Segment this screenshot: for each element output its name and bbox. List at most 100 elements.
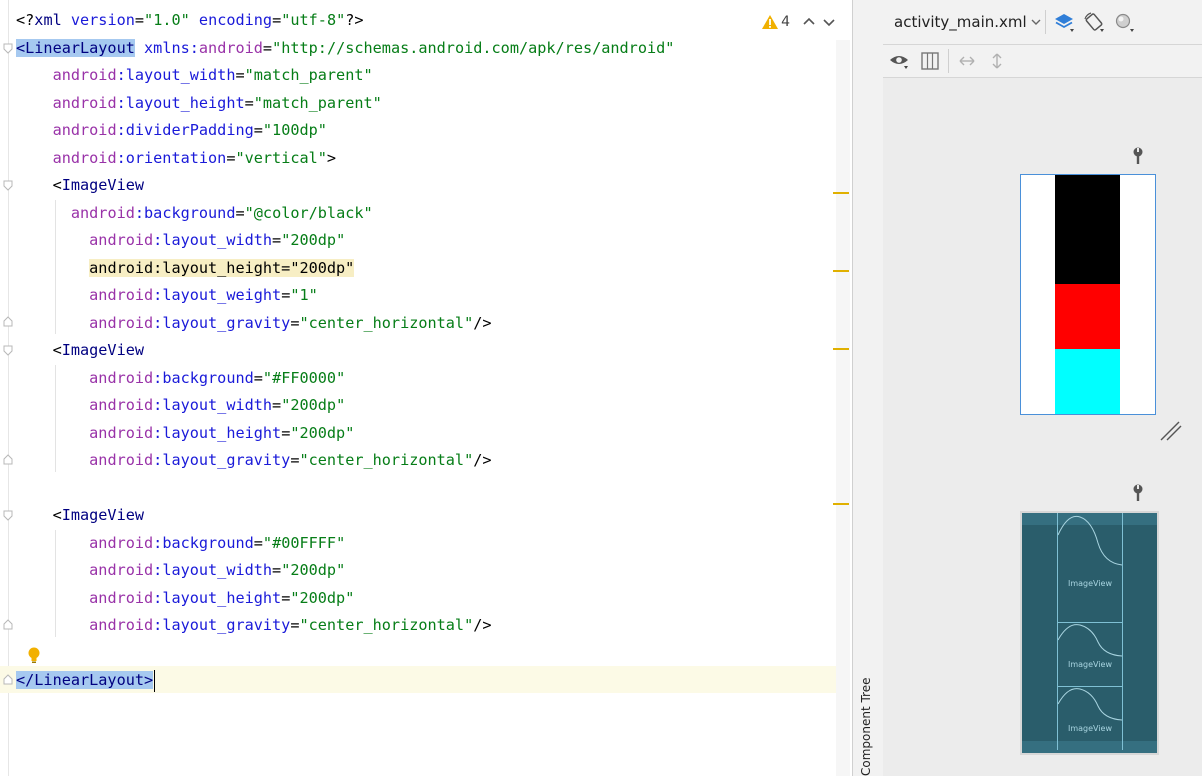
chevron-down-icon[interactable] xyxy=(822,15,836,29)
fold-open-icon[interactable] xyxy=(3,510,13,521)
code-line[interactable]: android:layout_gravity="center_horizonta… xyxy=(16,612,491,639)
code-token: :layout_width xyxy=(153,396,273,414)
code-token: :layout_gravity xyxy=(153,616,291,634)
code-token: = xyxy=(262,38,273,57)
blueprint-preview[interactable]: ImageView ImageView ImageView xyxy=(1020,511,1159,755)
wrench-icon[interactable] xyxy=(1131,484,1145,502)
code-token: "200dp" xyxy=(281,396,346,414)
orientation-button[interactable] xyxy=(1079,7,1109,37)
design-surface-button[interactable] xyxy=(1049,7,1079,37)
xml-code-editor[interactable]: <?xml version="1.0" encoding="utf-8"?> <L… xyxy=(0,0,850,776)
blueprint-imageview[interactable]: ImageView xyxy=(1057,622,1123,687)
editor-gutter xyxy=(8,0,9,776)
code-line[interactable]: <LinearLayout xmlns:android="http://sche… xyxy=(16,35,674,62)
warning-stripe-marker[interactable] xyxy=(833,348,849,350)
rotate-device-icon xyxy=(1084,12,1104,32)
code-line[interactable]: <ImageView xyxy=(16,502,144,529)
warning-stripe-marker[interactable] xyxy=(833,270,849,272)
code-line[interactable]: android:layout_weight="1" xyxy=(16,282,318,309)
code-token: android xyxy=(89,616,154,634)
theme-button[interactable] xyxy=(1109,7,1139,37)
code-line[interactable]: android:layout_gravity="center_horizonta… xyxy=(16,447,491,474)
warning-stripe-marker[interactable] xyxy=(833,192,849,194)
code-token: android xyxy=(52,148,117,167)
wrench-icon[interactable] xyxy=(1131,147,1145,165)
code-line[interactable]: android:layout_gravity="center_horizonta… xyxy=(16,310,491,337)
file-selector[interactable]: activity_main.xml xyxy=(883,13,1042,31)
code-line[interactable]: android:layout_height="200dp" xyxy=(16,420,354,447)
fold-close-icon[interactable] xyxy=(3,454,13,465)
code-line[interactable]: </LinearLayout> xyxy=(16,667,156,694)
code-token: android xyxy=(52,93,117,112)
code-token: :layout_height xyxy=(153,588,282,607)
blueprint-imageview[interactable]: ImageView xyxy=(1057,686,1123,750)
code-line[interactable]: android:background="#00FFFF" xyxy=(16,530,345,557)
fold-open-icon[interactable] xyxy=(3,180,13,191)
code-token: ImageView xyxy=(61,506,145,524)
side-tool-strip: Component Tree xyxy=(852,0,884,776)
fold-open-icon[interactable] xyxy=(3,43,13,54)
code-line[interactable]: android:layout_height="match_parent" xyxy=(16,90,382,117)
code-line[interactable]: <ImageView xyxy=(16,337,144,364)
code-token: <LinearLayout xyxy=(16,38,135,57)
code-token: "match_parent" xyxy=(244,66,373,84)
design-toolbar-primary: activity_main.xml xyxy=(883,0,1202,45)
code-line[interactable]: android:background="@color/black" xyxy=(16,200,373,227)
code-line[interactable]: android:layout_width="200dp" xyxy=(16,227,345,254)
horizontal-resize-button[interactable] xyxy=(952,46,982,76)
code-line[interactable]: android:background="#FF0000" xyxy=(16,365,345,392)
code-line[interactable]: android:orientation="vertical"> xyxy=(16,145,337,172)
fold-close-icon[interactable] xyxy=(3,316,13,327)
preview-imageview-black[interactable] xyxy=(1055,175,1120,284)
vertical-arrows-icon xyxy=(992,53,1002,69)
inspection-widget[interactable]: 4 xyxy=(761,8,842,36)
code-token: ImageView xyxy=(61,176,145,194)
preview-imageview-red[interactable] xyxy=(1055,284,1120,349)
code-token: encoding xyxy=(198,11,273,29)
code-token: = xyxy=(253,533,263,552)
resize-handle-icon[interactable] xyxy=(1158,418,1184,444)
preview-imageview-cyan[interactable] xyxy=(1055,349,1120,414)
code-token: = xyxy=(253,368,263,387)
vertical-resize-button[interactable] xyxy=(982,46,1012,76)
editor-scrollbar[interactable] xyxy=(836,40,850,776)
warning-icon xyxy=(762,15,779,29)
code-token: = xyxy=(244,93,254,112)
code-line[interactable]: android:layout_height="200dp" xyxy=(16,255,355,282)
code-line[interactable]: android:layout_width="200dp" xyxy=(16,392,345,419)
code-token: = xyxy=(272,396,282,414)
design-toolbar-secondary xyxy=(883,45,1202,78)
code-token: android xyxy=(89,423,154,442)
code-line[interactable]: <ImageView xyxy=(16,172,144,199)
code-line[interactable]: <?xml version="1.0" encoding="utf-8"?> xyxy=(16,7,364,34)
blueprint-imageview[interactable]: ImageView xyxy=(1057,513,1123,623)
code-line[interactable]: android:layout_height="200dp" xyxy=(16,585,354,612)
code-line[interactable]: android:layout_width="200dp" xyxy=(16,557,345,584)
layers-icon xyxy=(1054,14,1074,32)
component-tree-tab[interactable]: Component Tree xyxy=(859,678,873,776)
file-tab-label: activity_main.xml xyxy=(894,13,1027,31)
design-canvas[interactable]: ImageView ImageView ImageView xyxy=(883,78,1202,776)
view-options-button[interactable] xyxy=(885,46,915,76)
warning-stripe-marker[interactable] xyxy=(833,503,849,505)
lightbulb-icon[interactable] xyxy=(26,646,42,664)
design-preview[interactable] xyxy=(1020,174,1156,415)
code-token: </LinearLayout> xyxy=(16,671,154,689)
code-line[interactable]: android:dividerPadding="100dp" xyxy=(16,117,327,144)
code-line[interactable]: android:layout_width="match_parent" xyxy=(16,62,373,89)
code-token: android xyxy=(70,203,135,222)
layout-guides-button[interactable] xyxy=(915,46,945,76)
chevron-up-icon[interactable] xyxy=(802,15,816,29)
horizontal-arrows-icon xyxy=(959,56,975,66)
code-token: :layout_height xyxy=(116,93,245,112)
fold-close-icon[interactable] xyxy=(3,674,13,685)
code-token: "200dp" xyxy=(290,588,355,607)
fold-close-icon[interactable] xyxy=(3,619,13,630)
fold-open-icon[interactable] xyxy=(3,345,13,356)
text-caret xyxy=(154,669,156,692)
